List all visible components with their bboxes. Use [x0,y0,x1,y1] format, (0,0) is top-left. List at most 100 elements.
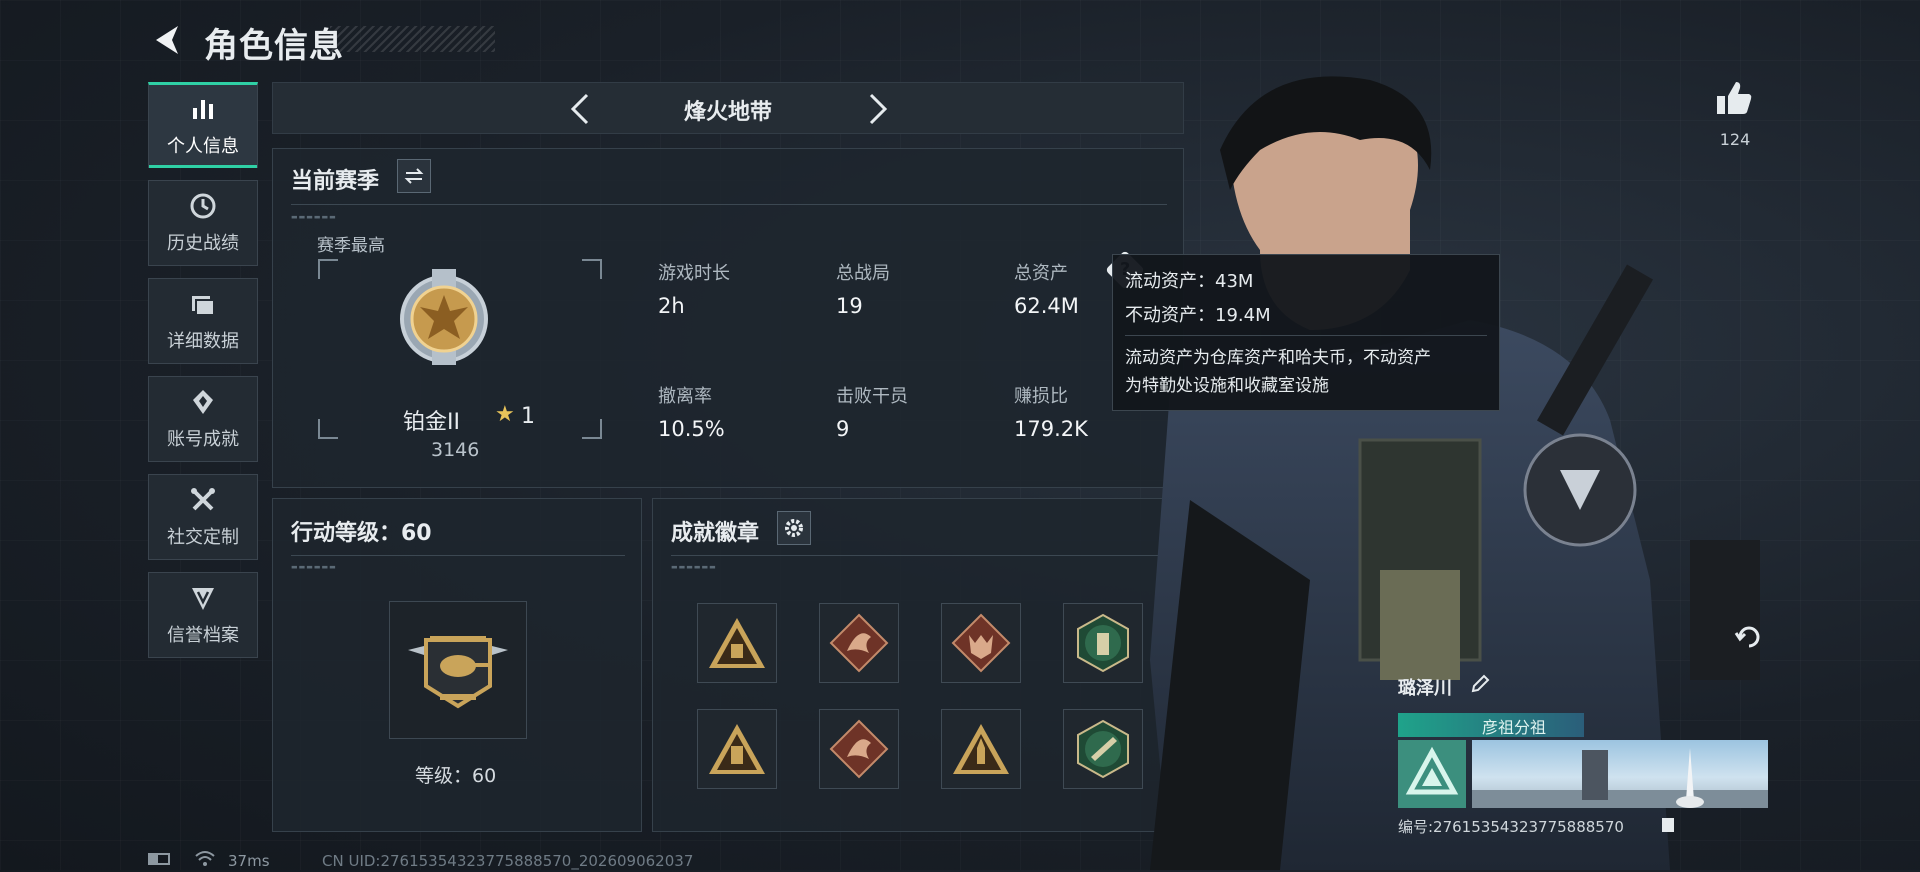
divider [1125,335,1487,336]
season-panel: 当前赛季 ▬▬▬▬▬▬ 赛季最高 铂金II ★ 1 3146 游戏时长 2h 总… [272,148,1184,488]
achievement-icon [188,387,218,417]
bar-chart-icon [188,94,218,124]
copy-id-button[interactable] [1660,816,1676,834]
stat-matches-label: 总战局 [836,263,890,284]
achievements-settings-button[interactable] [777,511,811,545]
like-button[interactable] [1714,78,1754,118]
back-button[interactable] [150,22,186,58]
team-name: 彦祖分祖 [1482,718,1547,737]
reputation-icon [188,583,218,613]
swap-icon [404,168,424,184]
sidebar-item-label: 详细数据 [167,331,239,352]
season-switch-button[interactable] [397,159,431,193]
title-decoration [330,26,495,52]
uid-text: CN UID:27615354323775888570_202609062037 [322,852,694,870]
player-name: 璐泽川 [1398,678,1452,699]
micro-decoration: ▬▬▬▬▬▬ [291,213,337,221]
folder-icon [188,289,218,319]
tooltip-note-line-1: 流动资产为仓库资产和哈夫币，不动资产 [1125,348,1431,368]
triangle-rocket-badge-icon [953,724,1009,774]
micro-decoration: ▬▬▬▬▬▬ [671,563,717,571]
team-emblem [1398,740,1466,808]
assets-tooltip: 流动资产：43M 不动资产：19.4M 流动资产为仓库资产和哈夫币，不动资产 为… [1112,254,1500,411]
pencil-icon [1471,674,1490,693]
dragon-badge-icon [829,613,889,673]
micro-decoration: ▬▬▬▬▬▬ [291,563,337,571]
mode-next-button[interactable] [859,91,895,127]
edit-name-button[interactable] [1470,674,1492,696]
sidebar-item-reputation[interactable]: 信誉档案 [148,572,258,658]
divider [671,555,1167,556]
sidebar-item-history[interactable]: 历史战绩 [148,180,258,266]
achievement-badge-3[interactable] [941,603,1021,683]
stat-assets-label: 总资产 [1014,263,1068,284]
rank-name: 铂金II [403,410,460,435]
sidebar-item-social[interactable]: 社交定制 [148,474,258,560]
sidebar-item-achievements[interactable]: 账号成就 [148,376,258,462]
stat-playtime-label: 游戏时长 [658,263,730,284]
rank-score: 3146 [431,439,480,461]
sidebar-item-label: 社交定制 [167,527,239,548]
achievements-panel: 成就徽章 ▬▬▬▬▬▬ [652,498,1184,832]
battery-icon [148,853,170,865]
rank-emblem-icon [400,269,488,365]
dragon-badge-icon [829,719,889,779]
action-level-title: 行动等级：60 [291,521,432,546]
gear-icon [785,519,803,537]
tooltip-fixed-assets: 不动资产：19.4M [1125,305,1271,326]
sidebar-item-detailed-data[interactable]: 详细数据 [148,278,258,364]
player-card: 璐泽川 彦祖分祖 编号:276153543237758885​70 [1398,674,1768,846]
triangle-ammo-badge-icon [709,724,765,774]
stat-matches-value: 19 [836,294,863,318]
star-icon: ★ [495,402,515,427]
like-count: 124 [1719,130,1751,149]
sidebar-item-label: 历史战绩 [167,233,239,254]
achievement-badge-6[interactable] [819,709,899,789]
tooltip-liquid-assets: 流动资产：43M [1125,271,1254,292]
sidebar-item-label: 信誉档案 [167,625,239,646]
achievements-title: 成就徽章 [671,521,760,546]
season-title: 当前赛季 [291,169,380,194]
stat-playtime-value: 2h [658,294,685,318]
stat-profit-value: 179.2K [1014,417,1088,441]
player-id: 编号:276153543237758885​70 [1398,818,1624,836]
action-level-panel: 行动等级：60 ▬▬▬▬▬▬ 等级：60 [272,498,642,832]
achievement-badge-7[interactable] [941,709,1021,789]
stat-profit-label: 赚损比 [1014,386,1068,407]
level-badge-frame [389,601,527,739]
stat-extract-label: 撤离率 [658,386,712,407]
rank-frame [318,259,602,439]
stat-kills-label: 击败干员 [836,386,908,407]
chevron-right-icon [869,93,888,125]
thumbs-up-icon [1717,82,1752,114]
tooltip-note-line-2: 为特勤处设施和收藏室设施 [1125,376,1329,396]
mode-label: 烽火地带 [683,100,772,125]
divider [291,555,625,556]
page-title: 角色信息 [204,26,344,66]
triangle-crate-badge-icon [709,618,765,668]
latency: 37ms [228,852,270,870]
rotate-icon [1734,626,1760,648]
sidebar-item-personal-info[interactable]: 个人信息 [148,82,258,168]
helicopter-badge-icon [408,636,508,709]
stat-assets-value: 62.4M [1014,294,1079,318]
clock-icon [188,191,218,221]
back-arrow-icon [156,26,178,54]
triangle-emblem-icon [1405,746,1459,795]
wolf-badge-icon [951,613,1011,673]
copy-icon [1662,818,1674,832]
season-best-label: 赛季最高 [317,236,385,256]
stat-extract-value: 10.5% [658,417,725,441]
rotate-model-button[interactable] [1732,620,1766,654]
sidebar-item-label: 账号成就 [167,429,239,450]
achievement-badge-5[interactable] [697,709,777,789]
level-text: 等级：60 [415,765,497,787]
divider [291,204,1167,205]
stat-kills-value: 9 [836,417,850,441]
achievement-badge-1[interactable] [697,603,777,683]
mode-selector: 烽火地带 [272,82,1184,134]
rank-stars: 1 [521,404,535,429]
sidebar-item-label: 个人信息 [167,136,239,157]
achievement-badge-2[interactable] [819,603,899,683]
wifi-icon [194,848,216,868]
